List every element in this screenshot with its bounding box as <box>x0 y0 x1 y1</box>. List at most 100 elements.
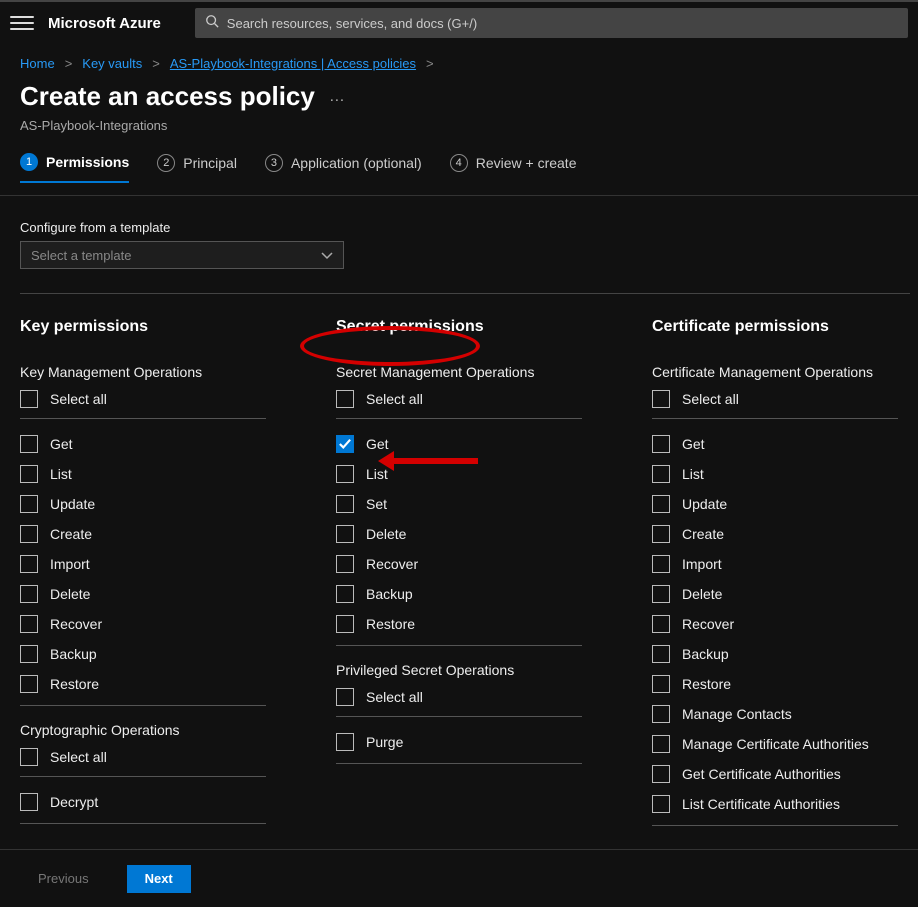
select-all-checkbox[interactable]: Select all <box>652 384 898 414</box>
perm-checkbox[interactable]: Delete <box>336 519 582 549</box>
checkbox-icon <box>20 465 38 483</box>
perm-checkbox[interactable]: List <box>652 459 898 489</box>
perm-group-title: Privileged Secret Operations <box>336 662 582 678</box>
menu-icon[interactable] <box>10 11 34 35</box>
checkbox-icon <box>336 390 354 408</box>
perm-checkbox[interactable]: List Certificate Authorities <box>652 789 898 819</box>
checkbox-label: Update <box>682 496 727 512</box>
perm-checkbox[interactable]: Backup <box>336 579 582 609</box>
checkbox-label: Backup <box>682 646 729 662</box>
perm-column-title: Secret permissions <box>336 318 582 336</box>
perm-column-title: Certificate permissions <box>652 318 898 336</box>
perm-checkbox[interactable]: Backup <box>652 639 898 669</box>
checkbox-icon <box>20 615 38 633</box>
crumb-keyvaults[interactable]: Key vaults <box>82 56 142 71</box>
checkbox-label: Restore <box>50 676 99 692</box>
perm-checkbox[interactable]: Set <box>336 489 582 519</box>
checkbox-label: Get <box>50 436 73 452</box>
select-all-checkbox[interactable]: Select all <box>20 384 266 414</box>
step-label: Application (optional) <box>291 155 422 171</box>
perm-checkbox[interactable]: List <box>336 459 582 489</box>
search-input[interactable] <box>227 16 898 31</box>
wizard-step-3[interactable]: 3Application (optional) <box>265 154 422 182</box>
perm-checkbox[interactable]: Recover <box>336 549 582 579</box>
perm-checkbox[interactable]: Import <box>652 549 898 579</box>
perm-checkbox[interactable]: Purge <box>336 727 582 757</box>
page-title: Create an access policy <box>20 81 315 112</box>
template-label: Configure from a template <box>20 220 898 235</box>
checkbox-icon <box>20 793 38 811</box>
step-label: Permissions <box>46 154 129 170</box>
checkbox-icon <box>652 555 670 573</box>
perm-checkbox[interactable]: Delete <box>20 579 266 609</box>
perm-group-title: Certificate Management Operations <box>652 364 898 380</box>
previous-button[interactable]: Previous <box>20 865 107 893</box>
permissions-grid: Key permissionsKey Management Operations… <box>20 294 898 842</box>
perm-checkbox[interactable]: Get Certificate Authorities <box>652 759 898 789</box>
brand-label: Microsoft Azure <box>48 15 161 32</box>
checkbox-label: List <box>682 466 704 482</box>
checkbox-label: Import <box>50 556 90 572</box>
global-search[interactable] <box>195 8 908 38</box>
checkbox-label: Delete <box>50 586 90 602</box>
checkbox-icon <box>20 390 38 408</box>
crumb-home[interactable]: Home <box>20 56 55 71</box>
wizard-step-4[interactable]: 4 Review + create <box>450 154 577 182</box>
perm-checkbox[interactable]: Import <box>20 549 266 579</box>
checkbox-icon <box>336 615 354 633</box>
topbar: Microsoft Azure <box>0 0 918 44</box>
checkbox-label: Manage Certificate Authorities <box>682 736 869 752</box>
perm-checkbox[interactable]: Decrypt <box>20 787 266 817</box>
checkbox-icon <box>336 465 354 483</box>
checkbox-icon <box>20 645 38 663</box>
select-all-checkbox[interactable]: Select all <box>20 742 266 772</box>
perm-checkbox[interactable]: Recover <box>20 609 266 639</box>
select-all-checkbox[interactable]: Select all <box>336 384 582 414</box>
template-select[interactable]: Select a template <box>20 241 344 269</box>
more-icon[interactable]: … <box>329 88 347 106</box>
next-button[interactable]: Next <box>127 865 191 893</box>
perm-group-title: Secret Management Operations <box>336 364 582 380</box>
checkbox-icon <box>652 495 670 513</box>
perm-checkbox[interactable]: Restore <box>20 669 266 699</box>
perm-checkbox[interactable]: Get <box>20 429 266 459</box>
perm-checkbox[interactable]: Get <box>652 429 898 459</box>
perm-checkbox[interactable]: Backup <box>20 639 266 669</box>
checkbox-label: Create <box>682 526 724 542</box>
perm-group-items: Get List Update Create ImportDeleteRecover Ba… <box>652 429 898 826</box>
perm-checkbox[interactable]: Get <box>336 429 582 459</box>
checkbox-label: Recover <box>366 556 418 572</box>
page-subtitle: AS-Playbook-Integrations <box>0 118 918 153</box>
checkbox-label: Select all <box>50 391 107 407</box>
perm-checkbox[interactable]: Create <box>20 519 266 549</box>
perm-checkbox[interactable]: Update <box>652 489 898 519</box>
template-placeholder: Select a template <box>31 248 131 263</box>
perm-checkbox[interactable]: Manage Contacts <box>652 699 898 729</box>
crumb-sep: > <box>65 56 73 71</box>
perm-checkbox[interactable]: Create <box>652 519 898 549</box>
checkbox-label: Restore <box>366 616 415 632</box>
perm-checkbox[interactable]: Restore <box>336 609 582 639</box>
perm-checkbox[interactable]: List <box>20 459 266 489</box>
perm-group-items: Purge <box>336 727 582 764</box>
crumb-sep: > <box>426 56 434 71</box>
perm-checkbox[interactable]: Manage Certificate Authorities <box>652 729 898 759</box>
checkbox-icon <box>652 615 670 633</box>
checkbox-label: Select all <box>682 391 739 407</box>
select-all-checkbox[interactable]: Select all <box>336 682 582 712</box>
checkbox-label: List <box>366 466 388 482</box>
checkbox-label: Purge <box>366 734 403 750</box>
search-icon <box>205 14 219 33</box>
step-label: Review + create <box>476 155 577 171</box>
perm-checkbox[interactable]: Delete <box>652 579 898 609</box>
perm-checkbox[interactable]: Update <box>20 489 266 519</box>
perm-checkbox[interactable]: Restore <box>652 669 898 699</box>
checkbox-icon <box>336 733 354 751</box>
checkbox-icon <box>652 645 670 663</box>
wizard-step-2[interactable]: 2Principal <box>157 154 237 182</box>
crumb-current[interactable]: AS-Playbook-Integrations | Access polici… <box>170 56 416 71</box>
perm-checkbox[interactable]: Recover <box>652 609 898 639</box>
step-badge: 4 <box>450 154 468 172</box>
wizard-step-1[interactable]: 1Permissions <box>20 153 129 183</box>
step-badge: 2 <box>157 154 175 172</box>
